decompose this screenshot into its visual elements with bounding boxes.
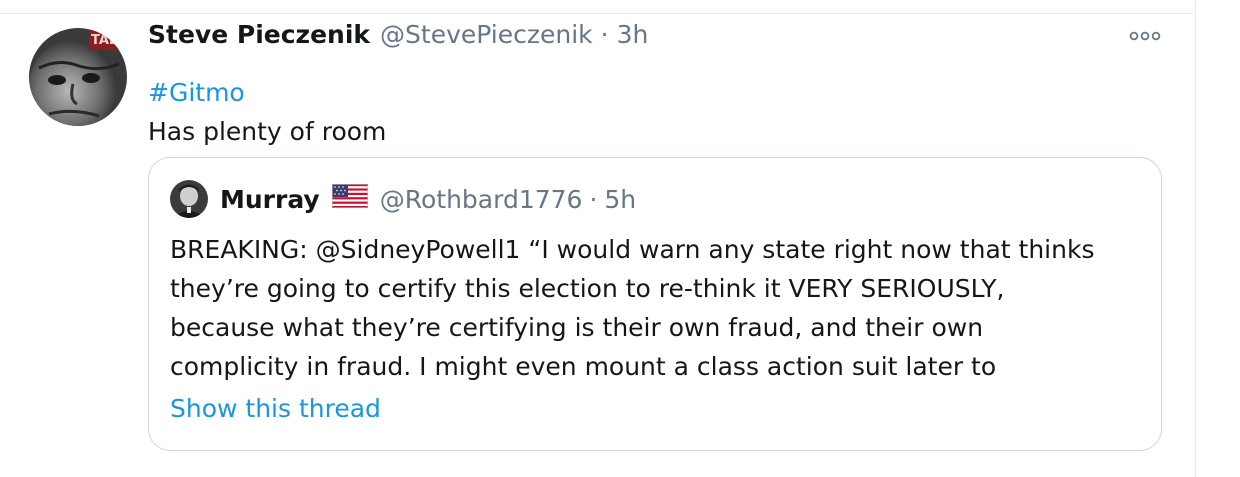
tweet[interactable]: TALK Steve Pieczenik @StevePieczenik · 3…: [0, 14, 1195, 477]
timeline-frame: TALK Steve Pieczenik @StevePieczenik · 3…: [0, 0, 1240, 477]
quoted-text-line: complicity in fraud. I might even mount …: [170, 352, 997, 381]
author-handle[interactable]: @StevePieczenik: [380, 20, 593, 49]
quoted-author-avatar[interactable]: [170, 180, 208, 218]
author-avatar[interactable]: TALK: [29, 28, 127, 126]
us-flag-icon: [331, 184, 368, 214]
quoted-tweet-timestamp[interactable]: 5h: [604, 185, 636, 214]
header-separator: ·: [600, 20, 609, 49]
quoted-text-line: BREAKING: @SidneyPowell1 “I would warn a…: [170, 235, 1095, 264]
quoted-text-line: because what they’re certifying is their…: [170, 313, 984, 342]
hashtag-link[interactable]: #Gitmo: [148, 78, 245, 107]
more-horizontal-icon[interactable]: [1128, 26, 1164, 46]
quoted-tweet-text: BREAKING: @SidneyPowell1 “I would warn a…: [170, 230, 1155, 386]
show-thread-link[interactable]: Show this thread: [170, 394, 381, 423]
right-divider: [1195, 0, 1196, 477]
tweet-text: Has plenty of room: [148, 117, 387, 146]
quoted-tweet-header: Murray @Rothbard1776 · 5h: [220, 180, 636, 218]
tweet-header: Steve Pieczenik @StevePieczenik · 3h: [148, 20, 648, 54]
quoted-tweet-card[interactable]: Murray @Rothbard1776 · 5h BREAKING: @Sid…: [148, 157, 1162, 451]
quoted-author-name[interactable]: Murray: [220, 185, 320, 214]
quoted-author-handle[interactable]: @Rothbard1776: [380, 185, 583, 214]
tweet-timestamp[interactable]: 3h: [617, 20, 649, 49]
author-name[interactable]: Steve Pieczenik: [148, 20, 370, 49]
avatar-badge-text: TALK: [91, 33, 127, 48]
quoted-text-line: they’re going to certify this election t…: [170, 274, 1005, 303]
quoted-header-separator: ·: [589, 184, 598, 214]
